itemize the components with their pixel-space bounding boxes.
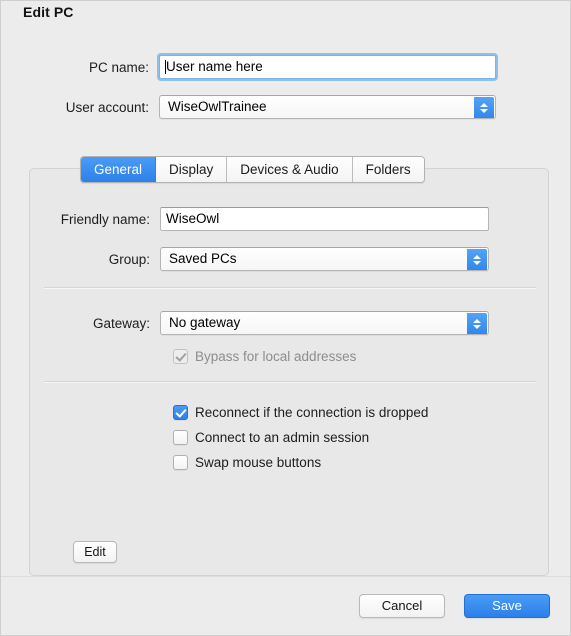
- group-row: Group: Saved PCs: [2, 247, 507, 271]
- gateway-select[interactable]: No gateway: [160, 311, 489, 335]
- section-divider: [44, 287, 536, 289]
- reconnect-checkbox-row[interactable]: Reconnect if the connection is dropped: [173, 405, 428, 420]
- chevron-up-icon: [473, 319, 481, 323]
- tab-folders[interactable]: Folders: [352, 157, 424, 182]
- chevron-down-icon: [480, 109, 488, 113]
- tab-bar: General Display Devices & Audio Folders: [80, 156, 425, 183]
- pc-name-row: PC name: User name here: [1, 55, 506, 79]
- chevron-up-icon: [473, 255, 481, 259]
- chevron-down-icon: [473, 325, 481, 329]
- friendly-name-row: Friendly name: WiseOwl: [2, 207, 507, 231]
- user-account-label: User account:: [65, 99, 149, 115]
- user-account-select[interactable]: WiseOwlTrainee: [159, 95, 496, 119]
- chevron-updown-icon[interactable]: [474, 97, 494, 118]
- dialog-footer: Cancel Save: [1, 576, 570, 635]
- edit-button[interactable]: Edit: [73, 541, 117, 563]
- chevron-updown-icon[interactable]: [467, 313, 487, 334]
- gateway-label: Gateway:: [92, 315, 150, 331]
- gateway-row: Gateway: No gateway: [2, 311, 507, 335]
- friendly-name-label: Friendly name:: [60, 211, 150, 227]
- section-divider: [44, 381, 536, 383]
- tab-display[interactable]: Display: [156, 157, 228, 182]
- user-account-value: WiseOwlTrainee: [168, 99, 267, 114]
- chevron-up-icon: [480, 103, 488, 107]
- bypass-local-addresses-checkbox-row: Bypass for local addresses: [173, 349, 356, 364]
- page-title: Edit PC: [23, 4, 74, 20]
- admin-session-checkbox-row[interactable]: Connect to an admin session: [173, 430, 369, 445]
- group-select[interactable]: Saved PCs: [160, 247, 489, 271]
- pc-name-input[interactable]: User name here: [159, 55, 496, 79]
- bypass-local-addresses-checkbox: [173, 349, 188, 364]
- swap-mouse-buttons-label: Swap mouse buttons: [195, 455, 322, 470]
- tab-general[interactable]: General: [81, 157, 157, 182]
- user-account-row: User account: WiseOwlTrainee: [1, 95, 506, 119]
- tab-label: Display: [169, 162, 214, 177]
- tab-label: General: [94, 162, 143, 177]
- save-button[interactable]: Save: [464, 594, 550, 618]
- group-label: Group:: [108, 251, 150, 267]
- tab-label: Folders: [365, 162, 411, 177]
- tab-label: Devices & Audio: [240, 162, 339, 177]
- bypass-local-addresses-label: Bypass for local addresses: [195, 349, 357, 364]
- pc-name-value: User name here: [166, 59, 263, 74]
- tab-devices-audio[interactable]: Devices & Audio: [227, 157, 353, 182]
- chevron-down-icon: [473, 261, 481, 265]
- admin-session-checkbox[interactable]: [173, 430, 188, 445]
- edit-pc-dialog: Edit PC PC name: User name here User acc…: [0, 0, 571, 636]
- cancel-button[interactable]: Cancel: [359, 594, 445, 618]
- friendly-name-input[interactable]: WiseOwl: [160, 207, 489, 231]
- swap-mouse-buttons-checkbox[interactable]: [173, 455, 188, 470]
- pc-name-label: PC name:: [88, 59, 149, 75]
- friendly-name-value: WiseOwl: [166, 211, 220, 226]
- gateway-value: No gateway: [169, 315, 241, 330]
- swap-mouse-buttons-checkbox-row[interactable]: Swap mouse buttons: [173, 455, 321, 470]
- general-tab-panel: Friendly name: WiseOwl Group: Saved PCs …: [29, 168, 549, 576]
- admin-session-label: Connect to an admin session: [195, 430, 370, 445]
- reconnect-checkbox[interactable]: [173, 405, 188, 420]
- group-value: Saved PCs: [169, 251, 237, 266]
- chevron-updown-icon[interactable]: [467, 249, 487, 270]
- reconnect-label: Reconnect if the connection is dropped: [195, 405, 429, 420]
